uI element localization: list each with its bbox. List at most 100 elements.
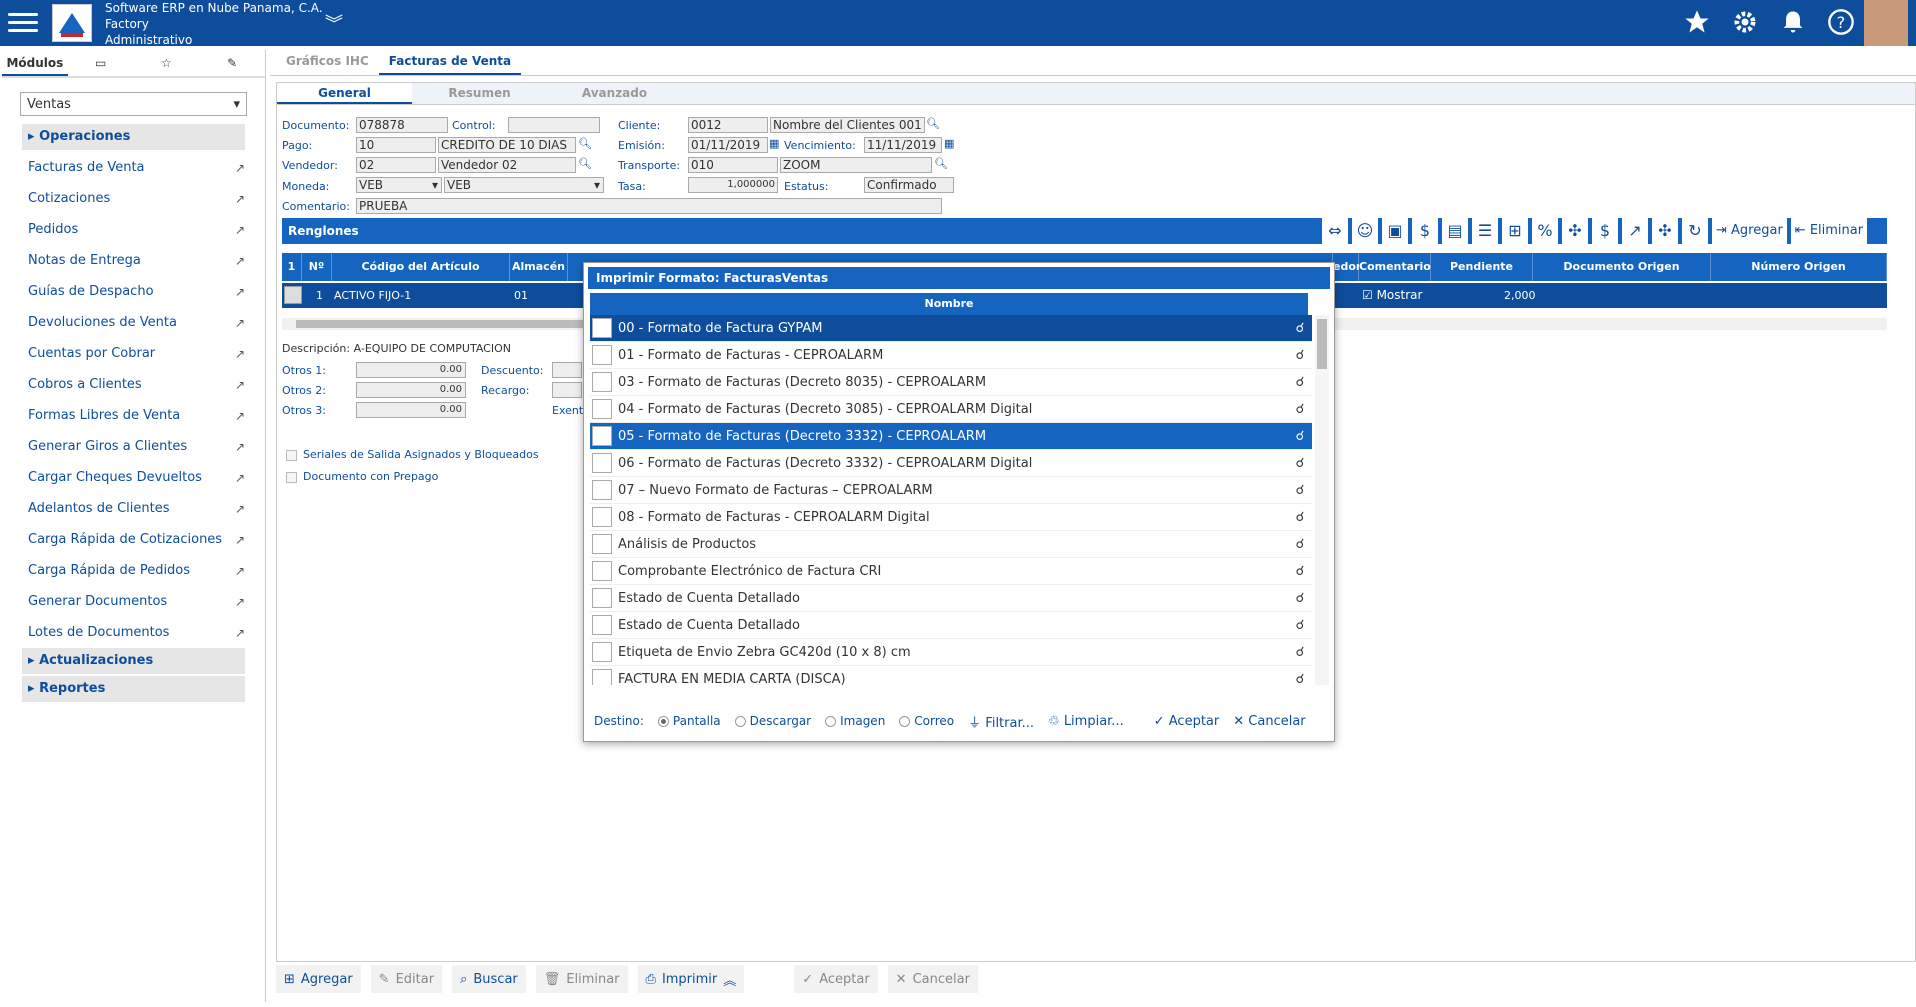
list-item[interactable]: 00 - Formato de Factura GYPAM ☌	[590, 315, 1312, 342]
sidebar-item[interactable]: Cargar Cheques Devueltos ↗	[22, 462, 245, 493]
subtab-general[interactable]: General	[277, 83, 412, 104]
sidebar-item[interactable]: Guías de Despacho ↗	[22, 276, 245, 307]
row-checkbox[interactable]	[592, 642, 612, 662]
format-edit-icon[interactable]: ☌	[1288, 564, 1312, 579]
menu-icon[interactable]	[8, 8, 38, 38]
expand-icon[interactable]: ⇔	[1322, 218, 1348, 244]
cliente-name-field[interactable]: Nombre del Clientes 001	[770, 117, 925, 133]
scrollbar-thumb[interactable]	[296, 320, 596, 328]
pago-code-field[interactable]: 10	[356, 137, 436, 153]
list-item[interactable]: Etiqueta de Envio Zebra GC420d (10 x 8) …	[590, 639, 1312, 666]
list-item[interactable]: 07 – Nuevo Formato de Facturas – CEPROAL…	[590, 477, 1312, 504]
radio-dot[interactable]	[657, 716, 669, 727]
agregar-row-button[interactable]: ⇥ Agregar	[1712, 218, 1787, 244]
edit-icon[interactable]: ✎	[199, 50, 265, 76]
sidebar-item[interactable]: Formas Libres de Venta ↗	[22, 400, 245, 431]
format-edit-icon[interactable]: ☌	[1288, 375, 1312, 390]
vencimiento-field[interactable]: 11/11/2019	[864, 137, 942, 153]
limpiar-button[interactable]: ♲ Limpiar...	[1048, 714, 1124, 729]
subtab-resumen[interactable]: Resumen	[412, 83, 547, 104]
eliminar-button[interactable]: 🗑︎ Eliminar	[535, 965, 628, 993]
descuento-field[interactable]	[552, 362, 582, 378]
format-edit-icon[interactable]: ☌	[1288, 537, 1312, 552]
agregar-button[interactable]: ⊞ Agregar	[276, 965, 361, 993]
list-item[interactable]: FACTURA EN MEDIA CARTA (DISCA) ☌	[590, 666, 1312, 685]
aceptar-button[interactable]: ✓ Aceptar	[794, 965, 878, 993]
vendedor-code-field[interactable]: 02	[356, 157, 436, 173]
radio-correo[interactable]: Correo	[899, 714, 954, 728]
row-checkbox[interactable]	[592, 669, 612, 685]
row-checkbox[interactable]	[592, 426, 612, 446]
sidebar-item[interactable]: Generar Documentos ↗	[22, 586, 245, 617]
format-edit-icon[interactable]: ☌	[1288, 402, 1312, 417]
filtrar-button[interactable]: ⏚ Filtrar...	[968, 712, 1034, 731]
tab-graficos[interactable]: Gráficos IHC	[276, 50, 379, 75]
gear-icon[interactable]	[1730, 4, 1760, 40]
bell-icon[interactable]	[1778, 4, 1808, 40]
list-item[interactable]: 08 - Formato de Facturas - CEPROALARM Di…	[590, 504, 1312, 531]
sidebar-item[interactable]: Cotizaciones ↗	[22, 183, 245, 214]
external-link-icon[interactable]: ↗	[235, 192, 245, 206]
format-edit-icon[interactable]: ☌	[1288, 456, 1312, 471]
cancelar-button[interactable]: ✕ Cancelar	[887, 965, 978, 993]
row-checkbox[interactable]	[592, 534, 612, 554]
list-item[interactable]: Estado de Cuenta Detallado ☌	[590, 612, 1312, 639]
buscar-button[interactable]: ⌕ Buscar	[452, 965, 526, 993]
sidebar-item[interactable]: Cobros a Clientes ↗	[22, 369, 245, 400]
radio-dot[interactable]	[825, 716, 837, 727]
search-icon[interactable]: 🔍︎	[578, 157, 592, 170]
editar-button[interactable]: ✎ Editar	[370, 965, 443, 993]
radio-imagen[interactable]: Imagen	[825, 714, 885, 728]
format-edit-icon[interactable]: ☌	[1288, 510, 1312, 525]
recargo-field[interactable]	[552, 382, 582, 398]
star-icon[interactable]	[1682, 4, 1712, 40]
external-link-icon[interactable]: ↗	[235, 564, 245, 578]
row-checkbox[interactable]	[592, 399, 612, 419]
list-item[interactable]: 06 - Formato de Facturas (Decreto 3332) …	[590, 450, 1312, 477]
radio-dot[interactable]	[734, 716, 746, 727]
format-edit-icon[interactable]: ☌	[1288, 618, 1312, 633]
calendar-icon[interactable]: ▦	[769, 137, 779, 150]
external-link-icon[interactable]: ↗	[235, 347, 245, 361]
row-checkbox[interactable]	[592, 561, 612, 581]
row-comentario[interactable]: ☑ Mostrar	[1362, 283, 1422, 308]
dollar-icon[interactable]: $	[1412, 218, 1438, 244]
pago-name-field[interactable]: CREDITO DE 10 DIAS	[438, 137, 576, 153]
list-item[interactable]: 03 - Formato de Facturas (Decreto 8035) …	[590, 369, 1312, 396]
control-field[interactable]	[508, 117, 600, 133]
subtab-avanzado[interactable]: Avanzado	[547, 83, 682, 104]
search-icon[interactable]: 🔍︎	[578, 137, 592, 150]
external-link-icon[interactable]: ↗	[235, 316, 245, 330]
radio-dot[interactable]	[899, 716, 911, 727]
user-icon[interactable]: ☺	[1352, 218, 1378, 244]
external-link-icon[interactable]: ↗	[235, 254, 245, 268]
row-checkbox[interactable]	[592, 318, 612, 338]
section-reportes[interactable]: ▸ Reportes	[22, 676, 245, 702]
search-icon[interactable]: 🔍︎	[934, 157, 948, 170]
tasa-field[interactable]: 1,000000	[688, 177, 778, 193]
eliminar-row-button[interactable]: ⇤ Eliminar	[1790, 218, 1868, 244]
external-link-icon[interactable]: ↗	[235, 595, 245, 609]
percent-icon[interactable]: %	[1532, 218, 1558, 244]
vendedor-name-field[interactable]: Vendedor 02	[438, 157, 576, 173]
avatar[interactable]	[1864, 0, 1908, 46]
clipboard-icon[interactable]: ▤	[1442, 218, 1468, 244]
help-icon[interactable]: ?	[1826, 4, 1856, 40]
imprimir-button[interactable]: ⎙ Imprimir ︽	[637, 965, 745, 993]
comentario-field[interactable]: PRUEBA	[356, 198, 942, 214]
external-link-icon[interactable]: ↗	[235, 223, 245, 237]
sidebar-item[interactable]: Pedidos ↗	[22, 214, 245, 245]
external-link-icon[interactable]: ↗	[235, 533, 245, 547]
external-link-icon[interactable]: ↗	[235, 285, 245, 299]
puzzle-icon[interactable]: ✣	[1562, 218, 1588, 244]
star-outline-icon[interactable]: ☆	[134, 50, 200, 76]
row-checkbox[interactable]	[592, 588, 612, 608]
format-edit-icon[interactable]: ☌	[1288, 321, 1312, 336]
format-edit-icon[interactable]: ☌	[1288, 591, 1312, 606]
plugin-icon[interactable]: ✣	[1652, 218, 1678, 244]
moneda-name-select[interactable]: VEB ▾	[444, 177, 604, 193]
external-link-icon[interactable]: ↗	[235, 626, 245, 640]
sidebar-item[interactable]: Lotes de Documentos ↗	[22, 617, 245, 648]
sidebar-item[interactable]: Carga Rápida de Pedidos ↗	[22, 555, 245, 586]
otros1-field[interactable]: 0.00	[356, 362, 466, 378]
